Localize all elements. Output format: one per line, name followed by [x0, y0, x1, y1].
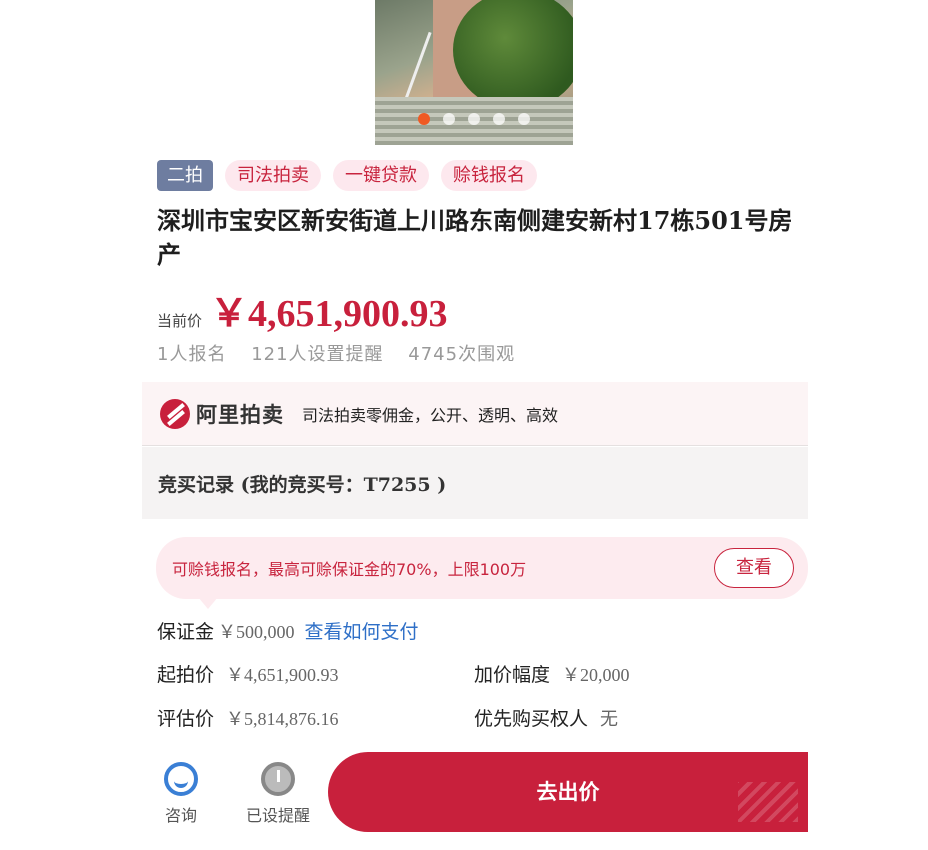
brand-banner[interactable]: 阿里拍卖 司法拍卖零佣金，公开、透明、高效	[142, 382, 808, 446]
property-title: 深圳市宝安区新安街道上川路东南侧建安新村17栋501号房产	[157, 206, 793, 269]
notice-text: 可赊钱报名，最高可赊保证金的70%，上限100万	[172, 560, 527, 579]
place-bid-button[interactable]: 去出价	[328, 752, 808, 832]
view-button[interactable]: 查看	[714, 548, 794, 588]
reminder-button[interactable]: 已设提醒	[246, 762, 310, 826]
tag-credit-signup[interactable]: 赊钱报名	[441, 160, 537, 191]
place-bid-label: 去出价	[536, 780, 600, 804]
carousel-dot[interactable]	[468, 113, 480, 125]
reminder-label: 已设提醒	[246, 806, 311, 825]
current-price-label: 当前价	[157, 312, 203, 330]
start-price-value: ￥4,651,900.93	[226, 665, 339, 685]
stripe-decoration	[738, 782, 798, 822]
start-price-row: 起拍价 ￥4,651,900.93	[157, 660, 339, 687]
priority-label: 优先购买权人	[474, 708, 589, 730]
reminder-count: 121人设置提醒	[251, 344, 384, 365]
bottom-action-bar: 咨询 已设提醒 去出价	[142, 752, 808, 832]
increment-label: 加价幅度	[474, 664, 551, 686]
carousel-dot[interactable]	[518, 113, 530, 125]
carousel-dot[interactable]	[493, 113, 505, 125]
carousel-dot[interactable]	[443, 113, 455, 125]
headset-icon	[164, 762, 198, 796]
brand-slogan: 司法拍卖零佣金，公开、透明、高效	[302, 405, 559, 425]
priority-row: 优先购买权人 无	[474, 704, 618, 731]
tag-judicial-auction[interactable]: 司法拍卖	[225, 160, 321, 191]
auction-stats: 1人报名 121人设置提醒 4745次围观	[157, 340, 533, 366]
increment-row: 加价幅度 ￥20,000	[474, 660, 630, 687]
appraisal-label: 评估价	[157, 708, 215, 730]
deposit-row: 保证金 ￥500,000 查看如何支付	[157, 617, 419, 644]
consult-label: 咨询	[164, 806, 197, 825]
carousel-dot-active[interactable]	[418, 113, 430, 125]
signup-count: 1人报名	[157, 344, 227, 365]
start-price-label: 起拍价	[157, 664, 215, 686]
tag-list: 二拍 司法拍卖 一键贷款 赊钱报名	[157, 160, 537, 191]
increment-value: ￥20,000	[562, 665, 630, 685]
carousel-indicators	[375, 113, 573, 125]
current-price-row: 当前价 ￥4,651,900.93	[157, 282, 448, 337]
consult-button[interactable]: 咨询	[164, 762, 198, 826]
tag-one-click-loan[interactable]: 一键贷款	[333, 160, 429, 191]
bid-records[interactable]: 竞买记录 (我的竞买号：T7255 )	[142, 447, 808, 519]
appraisal-value: ￥5,814,876.16	[226, 709, 339, 729]
property-photo[interactable]	[375, 0, 573, 145]
alarm-clock-icon	[261, 762, 295, 796]
ali-auction-logo-icon	[160, 398, 190, 429]
tag-round: 二拍	[157, 160, 213, 191]
priority-value: 无	[600, 709, 619, 730]
appraisal-row: 评估价 ￥5,814,876.16	[157, 704, 339, 731]
how-to-pay-link[interactable]: 查看如何支付	[305, 617, 419, 644]
credit-signup-notice: 可赊钱报名，最高可赊保证金的70%，上限100万 查看	[156, 537, 808, 609]
deposit-label: 保证金	[157, 621, 215, 643]
brand-name: 阿里拍卖	[196, 402, 284, 427]
view-count: 4745次围观	[408, 344, 516, 365]
current-price: ￥4,651,900.93	[210, 293, 448, 335]
deposit-value: ￥500,000	[218, 622, 295, 642]
